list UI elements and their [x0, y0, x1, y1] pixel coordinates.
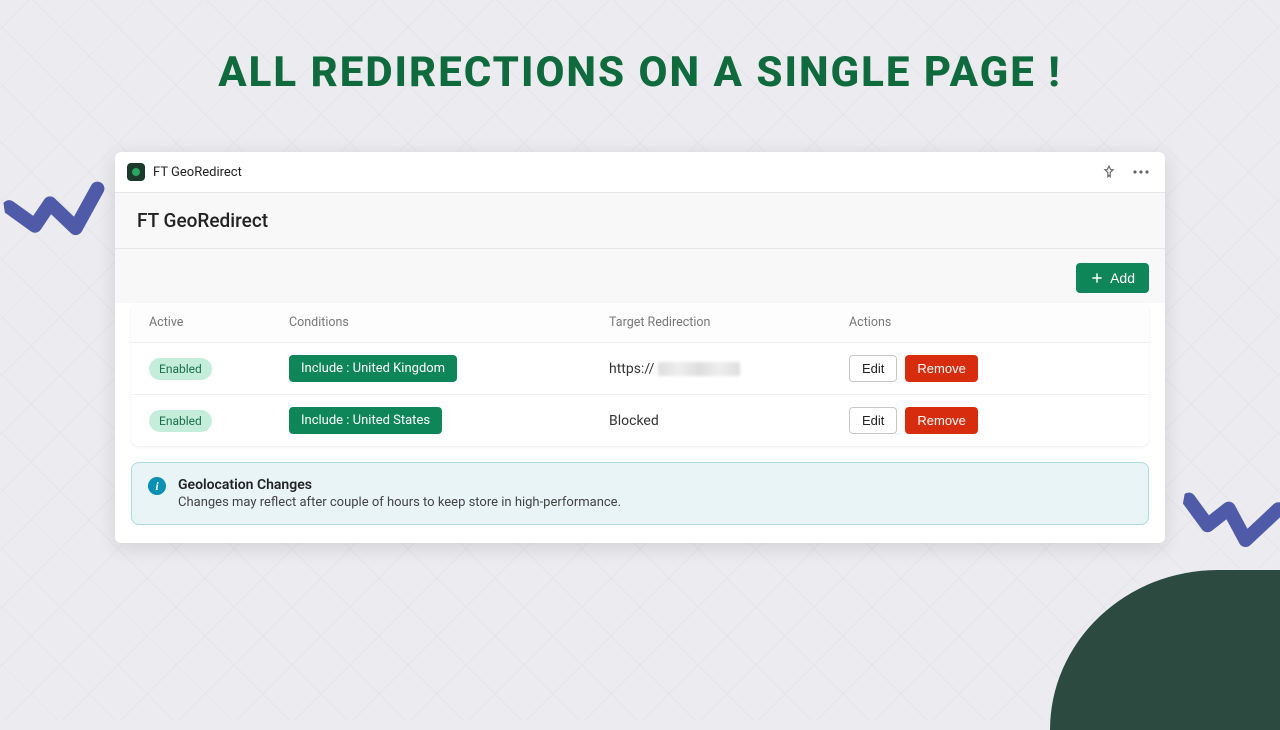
plus-icon — [1090, 271, 1104, 285]
app-name: FT GeoRedirect — [153, 165, 242, 180]
condition-badge: Include : United States — [289, 407, 442, 434]
table-row: Enabled Include : United States Blocked … — [131, 395, 1149, 446]
app-card: FT GeoRedirect FT GeoRedirect Add Active… — [115, 152, 1165, 543]
actions-cell: Edit Remove — [849, 355, 1131, 382]
info-icon: i — [148, 477, 166, 495]
info-banner: i Geolocation Changes Changes may reflec… — [131, 462, 1149, 525]
redirections-table: Active Conditions Target Redirection Act… — [131, 303, 1149, 446]
add-button[interactable]: Add — [1076, 263, 1149, 293]
condition-badge: Include : United Kingdom — [289, 355, 457, 382]
edit-button[interactable]: Edit — [849, 407, 897, 434]
more-icon[interactable] — [1129, 160, 1153, 184]
col-actions: Actions — [849, 315, 1131, 330]
target-cell: Blocked — [609, 413, 849, 429]
col-target: Target Redirection — [609, 315, 849, 330]
col-conditions: Conditions — [289, 315, 609, 330]
target-cell: https:// — [609, 361, 849, 377]
remove-button[interactable]: Remove — [905, 355, 977, 382]
page-title: ALL REDIRECTIONS ON A SINGLE PAGE ! — [0, 0, 1280, 97]
remove-button[interactable]: Remove — [905, 407, 977, 434]
app-bar: FT GeoRedirect — [115, 152, 1165, 193]
info-title: Geolocation Changes — [178, 477, 621, 493]
target-blurred — [658, 362, 740, 376]
toolbar: Add — [115, 249, 1165, 303]
status-badge: Enabled — [149, 358, 212, 380]
edit-button[interactable]: Edit — [849, 355, 897, 382]
add-button-label: Add — [1110, 270, 1135, 286]
actions-cell: Edit Remove — [849, 407, 1131, 434]
col-active: Active — [149, 315, 289, 330]
section-title: FT GeoRedirect — [115, 193, 1165, 249]
status-badge: Enabled — [149, 410, 212, 432]
pin-icon[interactable] — [1097, 160, 1121, 184]
info-text: Changes may reflect after couple of hour… — [178, 495, 621, 510]
target-prefix: https:// — [609, 361, 654, 377]
table-header: Active Conditions Target Redirection Act… — [131, 303, 1149, 343]
table-row: Enabled Include : United Kingdom https:/… — [131, 343, 1149, 395]
app-logo-icon — [127, 163, 145, 181]
target-text: Blocked — [609, 413, 659, 429]
